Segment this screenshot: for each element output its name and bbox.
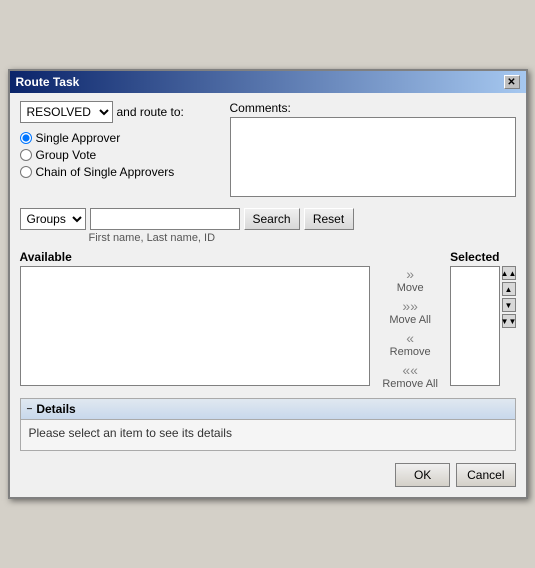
move-all-label: Move All [389,314,431,326]
right-scrollbar: ▲▲ ▲ ▼ ▼▼ [502,250,516,328]
remove-button[interactable]: « Remove [390,330,431,358]
radio-group: Single Approver Group Vote Chain of Sing… [20,131,220,179]
details-body-text: Please select an item to see its details [29,426,232,440]
scroll-bottom-button[interactable]: ▼▼ [502,314,516,328]
dialog-body: RESOLVED PENDING APPROVED and route to: … [10,93,526,497]
selected-panel: Selected [450,250,499,386]
remove-arrow: « [406,330,414,346]
remove-label: Remove [390,346,431,358]
group-select[interactable]: Groups Users Roles [20,208,86,230]
title-bar: Route Task ✕ [10,71,526,93]
search-hint: First name, Last name, ID [89,232,516,244]
comments-label: Comments: [230,101,516,115]
lists-section: Available » Move »» Move All « Remove «« [20,250,516,390]
left-panel: RESOLVED PENDING APPROVED and route to: … [20,101,220,200]
radio-single-approver[interactable]: Single Approver [20,131,220,145]
route-task-dialog: Route Task ✕ RESOLVED PENDING APPROVED a… [8,69,528,499]
details-section: − Details Please select an item to see i… [20,398,516,451]
move-button[interactable]: » Move [397,266,424,294]
reset-button[interactable]: Reset [304,208,354,230]
resolve-select[interactable]: RESOLVED PENDING APPROVED [20,101,113,123]
radio-chain-label: Chain of Single Approvers [36,165,175,179]
radio-group-vote[interactable]: Group Vote [20,148,220,162]
bottom-row: OK Cancel [20,459,516,489]
move-label: Move [397,282,424,294]
selected-label: Selected [450,250,499,264]
remove-all-label: Remove All [382,378,438,390]
top-section: RESOLVED PENDING APPROVED and route to: … [20,101,516,200]
available-list[interactable] [20,266,371,386]
search-input[interactable] [90,208,240,230]
move-all-arrow: »» [402,298,418,314]
remove-all-arrow: «« [402,362,418,378]
close-button[interactable]: ✕ [504,75,520,89]
radio-single-label: Single Approver [36,131,121,145]
middle-buttons: » Move »» Move All « Remove «« Remove Al… [370,266,450,390]
selected-wrapper: Selected ▲▲ ▲ ▼ ▼▼ [450,250,515,386]
ok-button[interactable]: OK [395,463,450,487]
resolve-row: RESOLVED PENDING APPROVED and route to: [20,101,220,123]
scroll-down-button[interactable]: ▼ [502,298,516,312]
move-all-button[interactable]: »» Move All [389,298,431,326]
collapse-icon: − [27,404,33,415]
right-panel: Comments: [230,101,516,200]
comments-textarea[interactable] [230,117,516,197]
available-panel: Available [20,250,371,386]
scroll-up-button[interactable]: ▲ [502,282,516,296]
details-header[interactable]: − Details [21,399,515,420]
dialog-title: Route Task [16,75,80,89]
search-button[interactable]: Search [244,208,300,230]
available-label: Available [20,250,371,264]
details-header-label: Details [36,402,75,416]
and-route-label: and route to: [117,105,184,119]
move-arrow: » [406,266,414,282]
scroll-top-button[interactable]: ▲▲ [502,266,516,280]
remove-all-button[interactable]: «« Remove All [382,362,438,390]
cancel-button[interactable]: Cancel [456,463,515,487]
search-row: Groups Users Roles Search Reset [20,208,516,230]
details-body: Please select an item to see its details [21,420,515,450]
radio-group-label: Group Vote [36,148,97,162]
selected-list[interactable] [450,266,499,386]
radio-chain[interactable]: Chain of Single Approvers [20,165,220,179]
